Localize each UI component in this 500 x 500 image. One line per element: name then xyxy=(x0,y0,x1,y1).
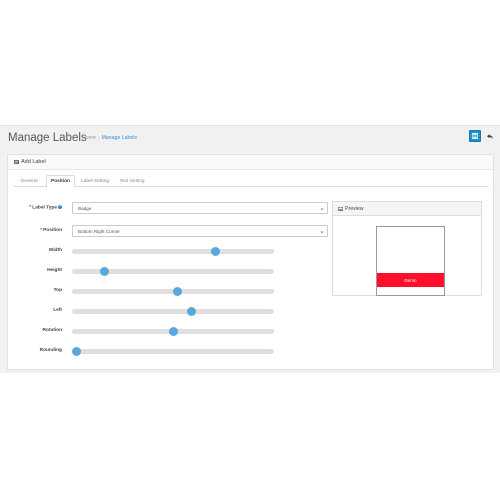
breadcrumb-home[interactable]: Home xyxy=(82,135,96,141)
tab-position[interactable]: Position xyxy=(46,175,75,188)
position-select[interactable]: Bottom Right Corner xyxy=(72,225,328,237)
label-type-value: Badge xyxy=(78,205,92,211)
tab-label-setting[interactable]: Label Setting xyxy=(78,175,112,187)
breadcrumb-manage-labels[interactable]: Manage Labels xyxy=(102,135,137,141)
floppy-disk-icon xyxy=(472,133,478,139)
slider-track[interactable] xyxy=(72,249,274,254)
slider-thumb[interactable] xyxy=(210,247,220,256)
preview-heading-text: Preview xyxy=(345,205,364,212)
breadcrumb-separator: › xyxy=(97,135,100,141)
chevron-down-icon xyxy=(320,207,324,210)
slider-label: Rounding xyxy=(39,348,62,353)
pencil-icon xyxy=(14,160,19,164)
chevron-down-icon xyxy=(320,230,324,233)
slider-label: Left xyxy=(53,308,62,313)
slider-label: Width xyxy=(48,248,62,253)
image-icon xyxy=(338,206,343,211)
slider-label: Rotation xyxy=(42,328,62,333)
slider-label: Height xyxy=(47,268,62,273)
tab-bar: General Position Label Setting Text Sett… xyxy=(14,175,489,188)
tab-text-setting[interactable]: Text Setting xyxy=(116,175,148,187)
slider-thumb[interactable] xyxy=(71,347,81,356)
slider-thumb[interactable] xyxy=(172,287,182,296)
position-label: *Position xyxy=(40,228,62,233)
slider-thumb[interactable] xyxy=(99,267,109,276)
preview-panel: Preview Demo xyxy=(332,201,482,296)
slider-thumb[interactable] xyxy=(186,307,196,316)
slider-thumb[interactable] xyxy=(168,327,178,336)
reply-arrow-icon xyxy=(486,133,493,139)
breadcrumb: Home › Manage Labels xyxy=(82,135,137,141)
label-type-label: *Label Type xyxy=(22,204,62,210)
help-icon[interactable] xyxy=(58,204,62,209)
save-button[interactable] xyxy=(469,130,481,142)
preview-badge: Demo xyxy=(377,273,444,287)
back-button[interactable] xyxy=(484,130,495,142)
position-value: Bottom Right Corner xyxy=(78,228,120,234)
required-asterisk: * xyxy=(40,228,43,233)
panel-heading-text: Add Label xyxy=(21,159,46,165)
slider-label: Top xyxy=(53,288,62,293)
slider-track[interactable] xyxy=(72,349,274,354)
page-title: Manage Labels xyxy=(8,132,87,144)
preview-heading: Preview xyxy=(333,202,481,216)
preview-product-box: Demo xyxy=(376,226,445,296)
panel-heading: Add Label xyxy=(8,155,493,170)
tab-general[interactable]: General xyxy=(18,175,40,187)
label-type-select[interactable]: Badge xyxy=(72,202,328,214)
slider-track[interactable] xyxy=(72,309,274,314)
